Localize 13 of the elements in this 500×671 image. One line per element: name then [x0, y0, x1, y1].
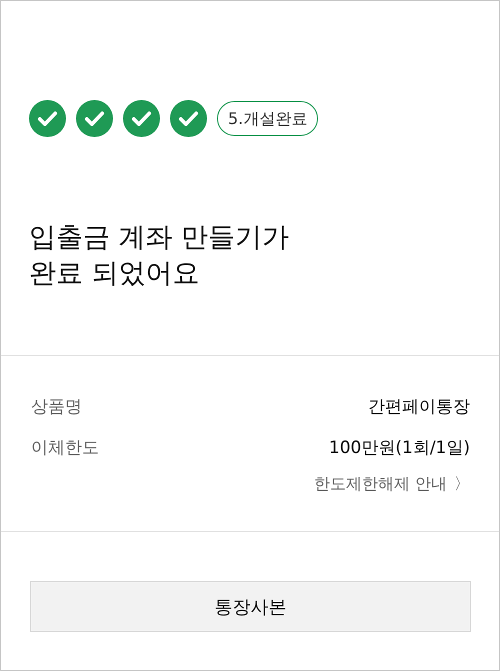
check-circle-icon — [76, 100, 113, 137]
check-circle-icon — [170, 100, 207, 137]
check-circle-icon — [123, 100, 160, 137]
limit-info-link[interactable]: 한도제한해제 안내 〉 — [314, 474, 470, 495]
detail-value: 100만원(1회/1일) — [328, 437, 470, 459]
detail-label: 상품명 — [31, 396, 82, 418]
detail-label: 이체한도 — [31, 437, 99, 459]
step-badge: 5.개설완료 — [217, 101, 318, 136]
detail-value: 간편페이통장 — [368, 396, 470, 418]
heading: 입출금 계좌 만들기가 — [29, 221, 290, 255]
check-circle-icon — [29, 100, 66, 137]
heading: 완료 되었어요 — [29, 257, 201, 291]
copy-button[interactable]: 통장사본 — [30, 581, 471, 632]
